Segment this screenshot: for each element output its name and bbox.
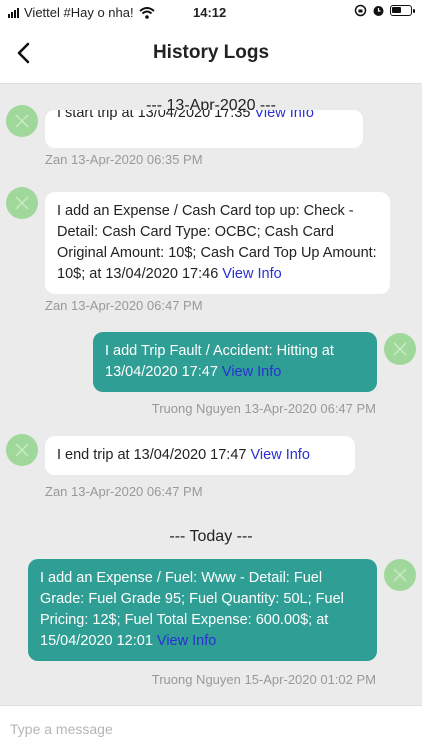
avatar-placeholder-icon (393, 568, 407, 582)
avatar-placeholder-icon (15, 196, 29, 210)
app-header: History Logs (0, 24, 422, 84)
message-meta: Zan 13-Apr-2020 06:47 PM (45, 484, 203, 499)
avatar (6, 434, 38, 466)
message-text: I end trip at 13/04/2020 17:47 (57, 447, 247, 463)
avatar-placeholder-icon (15, 114, 29, 128)
message-bubble: I end trip at 13/04/2020 17:47 View Info (45, 436, 355, 475)
message-bubble: I add Trip Fault / Accident: Hitting at … (93, 332, 377, 392)
view-info-link[interactable]: View Info (251, 447, 310, 463)
message-bubble: I add an Expense / Fuel: Www - Detail: F… (28, 559, 377, 661)
avatar (6, 105, 38, 137)
orientation-lock-icon (354, 4, 367, 17)
view-info-link[interactable]: View Info (222, 266, 281, 282)
wifi-icon (138, 6, 155, 19)
view-info-link[interactable]: View Info (222, 364, 281, 380)
message-text: I add an Expense / Cash Card top up: Che… (57, 203, 377, 282)
status-time: 14:12 (193, 5, 227, 20)
date-separator: --- Today --- (169, 528, 253, 545)
alarm-icon (373, 6, 384, 16)
message-input[interactable] (10, 716, 410, 742)
message-meta: Zan 13-Apr-2020 06:47 PM (45, 298, 203, 313)
view-info-link[interactable]: View Info (157, 633, 216, 649)
status-left: Viettel #Hay o nha! (8, 5, 155, 20)
view-info-link[interactable]: View Info (255, 110, 314, 121)
avatar-placeholder-icon (15, 443, 29, 457)
status-bar: Viettel #Hay o nha! 14:12 (0, 0, 422, 24)
avatar-placeholder-icon (393, 342, 407, 356)
message-text: I add Trip Fault / Accident: Hitting at … (105, 343, 334, 380)
message-composer (0, 705, 422, 750)
page-title: History Logs (152, 42, 270, 63)
carrier-name: Viettel #Hay o nha! (24, 5, 134, 20)
message-bubble: I add an Expense / Cash Card top up: Che… (45, 192, 390, 294)
avatar (384, 559, 416, 591)
battery-icon (390, 5, 415, 16)
avatar (384, 333, 416, 365)
signal-icon (8, 7, 19, 18)
message-meta: Truong Nguyen 13-Apr-2020 06:47 PM (151, 401, 376, 416)
avatar (6, 187, 38, 219)
chat-log[interactable]: --- 13-Apr-2020 --- I start trip at 13/0… (0, 85, 422, 705)
status-right (354, 4, 415, 17)
message-text: I start trip at 13/04/2020 17:35 (57, 110, 251, 121)
message-meta: Zan 13-Apr-2020 06:35 PM (45, 152, 203, 167)
message-meta: Truong Nguyen 15-Apr-2020 01:02 PM (151, 672, 376, 687)
message-bubble: I start trip at 13/04/2020 17:35 View In… (45, 110, 363, 148)
